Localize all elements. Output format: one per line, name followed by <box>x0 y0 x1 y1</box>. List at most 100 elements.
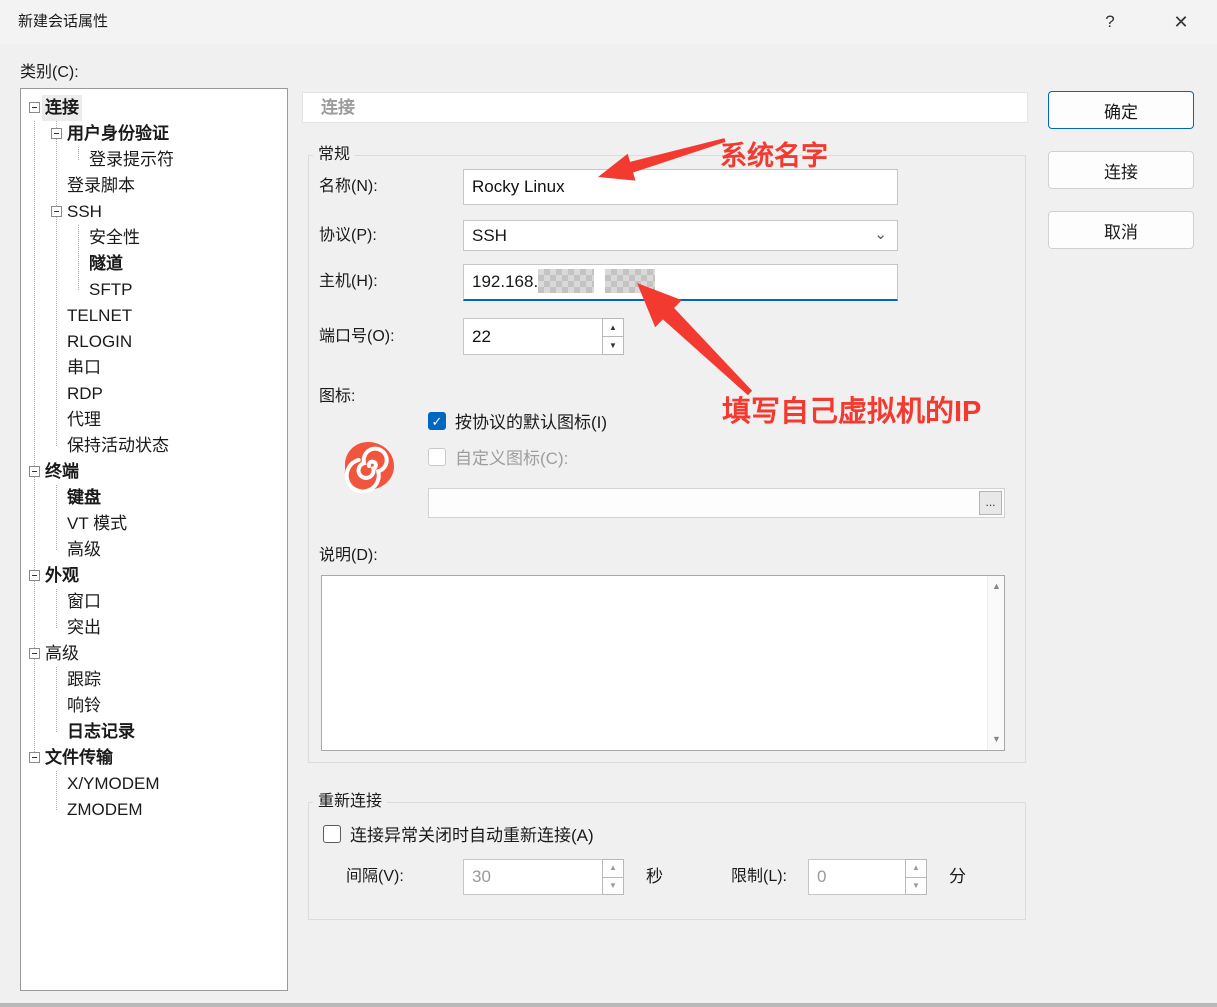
tree-item-label: 安全性 <box>89 225 140 251</box>
limit-label: 限制(L): <box>731 859 787 895</box>
reconnect-group-label: 重新连接 <box>313 793 387 811</box>
tree-item-label: 保持活动状态 <box>67 433 169 459</box>
tree-item-终端[interactable]: 终端 <box>21 459 287 485</box>
tree-collapse-icon[interactable] <box>29 102 40 113</box>
tree-collapse-icon[interactable] <box>29 648 40 659</box>
tree-item-label: 串口 <box>67 355 101 381</box>
help-icon[interactable]: ? <box>1095 0 1125 44</box>
tree-item-RDP[interactable]: RDP <box>21 381 287 407</box>
host-label: 主机(H): <box>319 264 378 300</box>
tree-item-跟踪[interactable]: 跟踪 <box>21 667 287 693</box>
annotation-system-name: 系统名字 <box>720 134 828 173</box>
limit-unit: 分 <box>949 859 966 895</box>
tree-item-高级[interactable]: 高级 <box>21 641 287 667</box>
tree-item-登录提示符[interactable]: 登录提示符 <box>21 147 287 173</box>
description-label: 说明(D): <box>319 541 378 565</box>
limit-input <box>808 859 906 895</box>
default-icon-checkbox-label: 按协议的默认图标(I) <box>455 408 607 433</box>
close-icon[interactable]: ✕ <box>1166 0 1196 44</box>
tree-item-label: SSH <box>67 199 102 225</box>
tree-item-窗口[interactable]: 窗口 <box>21 589 287 615</box>
tree-item-VT 模式[interactable]: VT 模式 <box>21 511 287 537</box>
reconnect-group: 重新连接 连接异常关闭时自动重新连接(A) 间隔(V): ▲ ▼ 秒 限制(L)… <box>308 802 1026 920</box>
tree-item-保持活动状态[interactable]: 保持活动状态 <box>21 433 287 459</box>
tree-collapse-icon[interactable] <box>51 128 62 139</box>
tree-item-文件传输[interactable]: 文件传输 <box>21 745 287 771</box>
tree-item-label: 隧道 <box>89 251 123 277</box>
annotation-vm-ip: 填写自己虚拟机的IP <box>722 388 981 430</box>
ok-button[interactable]: 确定 <box>1048 91 1194 129</box>
tree-item-X/YMODEM[interactable]: X/YMODEM <box>21 771 287 797</box>
description-textarea[interactable]: ▲ ▼ <box>321 575 1005 751</box>
tree-item-代理[interactable]: 代理 <box>21 407 287 433</box>
description-scrollbar[interactable]: ▲ ▼ <box>987 576 1004 750</box>
checkbox-unchecked-icon[interactable] <box>323 825 341 843</box>
interval-input <box>463 859 603 895</box>
tree-item-label: 外观 <box>45 563 79 589</box>
tree-collapse-icon[interactable] <box>29 466 40 477</box>
custom-icon-path-input[interactable]: ... <box>428 488 1005 518</box>
tree-item-label: 键盘 <box>67 485 101 511</box>
tree-item-键盘[interactable]: 键盘 <box>21 485 287 511</box>
tree-item-SSH[interactable]: SSH <box>21 199 287 225</box>
host-value: 192.168. <box>472 272 538 291</box>
scroll-down-icon[interactable]: ▼ <box>988 731 1005 748</box>
checkbox-unchecked-icon[interactable] <box>428 448 446 466</box>
port-spin-down-icon[interactable]: ▼ <box>602 336 624 355</box>
page-title: 连接 <box>302 92 1028 123</box>
protocol-label: 协议(P): <box>319 220 377 251</box>
tree-item-TELNET[interactable]: TELNET <box>21 303 287 329</box>
interval-label: 间隔(V): <box>346 859 404 895</box>
custom-icon-checkbox[interactable]: 自定义图标(C): <box>428 444 568 469</box>
tree-item-登录脚本[interactable]: 登录脚本 <box>21 173 287 199</box>
scroll-up-icon[interactable]: ▲ <box>988 578 1005 595</box>
tree-item-label: 连接 <box>42 95 82 121</box>
title-bar: 新建会话属性 ? ✕ <box>0 0 1217 44</box>
tree-item-外观[interactable]: 外观 <box>21 563 287 589</box>
tree-item-label: 代理 <box>67 407 101 433</box>
name-input[interactable] <box>463 169 898 205</box>
name-label: 名称(N): <box>319 169 378 205</box>
tree-item-用户身份验证[interactable]: 用户身份验证 <box>21 121 287 147</box>
tree-item-突出[interactable]: 突出 <box>21 615 287 641</box>
tree-item-label: X/YMODEM <box>67 771 160 797</box>
auto-reconnect-checkbox[interactable]: 连接异常关闭时自动重新连接(A) <box>323 821 594 846</box>
tree-item-ZMODEM[interactable]: ZMODEM <box>21 797 287 823</box>
tree-item-隧道[interactable]: 隧道 <box>21 251 287 277</box>
tree-collapse-icon[interactable] <box>51 206 62 217</box>
tree-item-响铃[interactable]: 响铃 <box>21 693 287 719</box>
tree-item-串口[interactable]: 串口 <box>21 355 287 381</box>
tree-collapse-icon[interactable] <box>29 752 40 763</box>
protocol-select[interactable]: SSH ⌄ <box>463 220 898 251</box>
tree-item-label: 突出 <box>67 615 101 641</box>
interval-spin-up-icon: ▲ <box>602 859 624 878</box>
port-spin-up-icon[interactable]: ▲ <box>602 318 624 337</box>
connect-button[interactable]: 连接 <box>1048 151 1194 189</box>
tree-item-label: 日志记录 <box>67 719 135 745</box>
tree-item-RLOGIN[interactable]: RLOGIN <box>21 329 287 355</box>
tree-item-label: 终端 <box>45 459 79 485</box>
tree-item-label: 响铃 <box>67 693 101 719</box>
tree-collapse-icon[interactable] <box>29 570 40 581</box>
tree-item-label: RDP <box>67 381 103 407</box>
interval-spinner: ▲ ▼ <box>602 859 624 895</box>
tree-item-SFTP[interactable]: SFTP <box>21 277 287 303</box>
tree-item-高级[interactable]: 高级 <box>21 537 287 563</box>
tree-item-label: 用户身份验证 <box>67 121 169 147</box>
redacted-host-blur <box>605 269 655 293</box>
default-icon-checkbox[interactable]: ✓ 按协议的默认图标(I) <box>428 408 607 433</box>
checkbox-checked-icon[interactable]: ✓ <box>428 412 446 430</box>
category-tree: 连接用户身份验证登录提示符登录脚本SSH安全性隧道SFTPTELNETRLOGI… <box>20 88 288 991</box>
interval-spin-down-icon: ▼ <box>602 877 624 896</box>
general-group: 常规 名称(N): 协议(P): SSH ⌄ 主机(H): 192.168. 端… <box>308 155 1026 763</box>
tree-item-安全性[interactable]: 安全性 <box>21 225 287 251</box>
tree-item-连接[interactable]: 连接 <box>21 95 287 121</box>
tree-item-日志记录[interactable]: 日志记录 <box>21 719 287 745</box>
cancel-button[interactable]: 取消 <box>1048 211 1194 249</box>
host-input[interactable]: 192.168. <box>463 264 898 301</box>
dialog-title: 新建会话属性 <box>18 0 108 44</box>
port-spinner: ▲ ▼ <box>602 318 624 355</box>
tree-item-label: SFTP <box>89 277 132 303</box>
browse-button[interactable]: ... <box>979 491 1002 515</box>
port-input[interactable] <box>463 318 603 355</box>
